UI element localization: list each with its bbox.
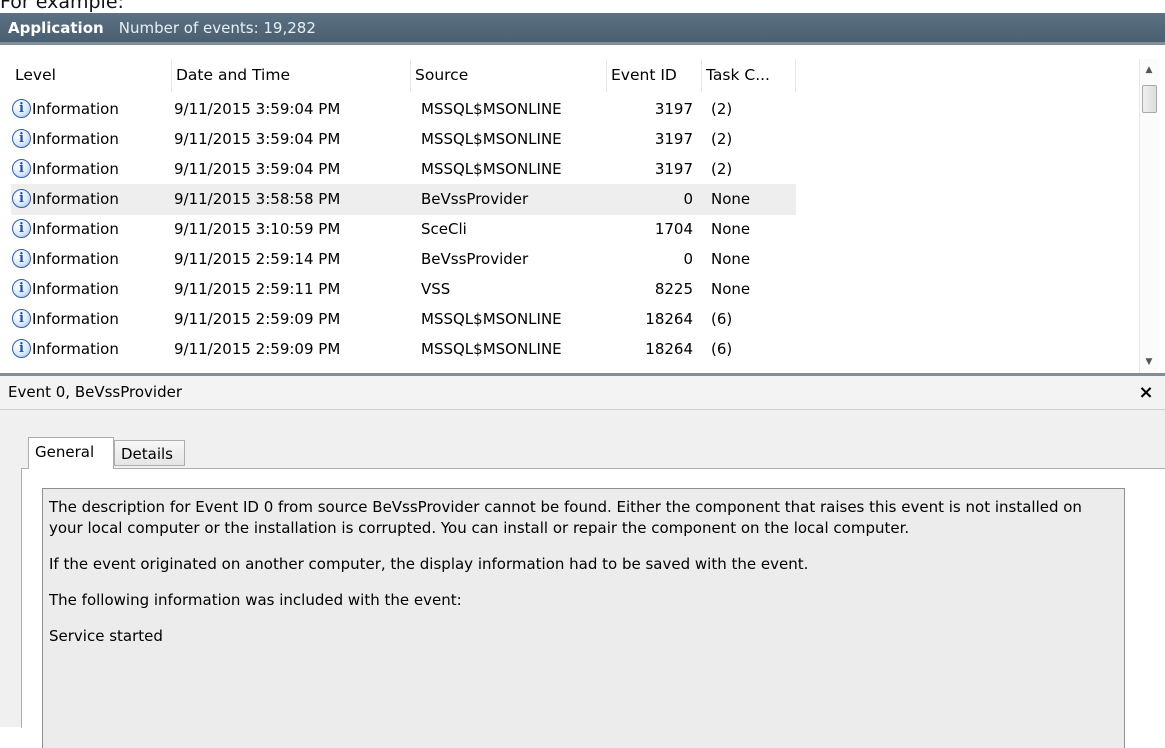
cell-event-id: 3197: [654, 130, 693, 148]
column-header-task-category[interactable]: Task C...: [702, 59, 796, 92]
cell-event-id: 3197: [654, 100, 693, 118]
cell-event-id: 3197: [654, 160, 693, 178]
cell-level: Information: [32, 130, 119, 148]
table-row[interactable]: i Information 9/11/2015 3:59:04 PM MSSQL$MS…: [11, 154, 796, 185]
events-grid: Level Date and Time Source Event ID Task…: [11, 59, 1137, 373]
cell-source: MSSQL$MSONLINE: [421, 310, 562, 328]
cell-level: Information: [32, 160, 119, 178]
table-row[interactable]: i Information 9/11/2015 2:59:14 PM BeVssPro…: [11, 244, 796, 275]
table-row[interactable]: i Information 9/11/2015 3:59:04 PM MSSQL$MS…: [11, 94, 796, 125]
cell-source: MSSQL$MSONLINE: [421, 340, 562, 358]
cell-task: (2): [711, 130, 733, 148]
tab-details[interactable]: Details: [114, 440, 185, 466]
table-row[interactable]: i Information 9/11/2015 2:59:09 PM MSSQL$MS…: [11, 304, 796, 335]
cell-event-id: 18264: [645, 310, 693, 328]
cell-source: MSSQL$MSONLINE: [421, 100, 562, 118]
cell-level: Information: [32, 310, 119, 328]
events-grid-frame: Level Date and Time Source Event ID Task…: [0, 42, 1165, 416]
scroll-up-arrow-icon[interactable]: ▲: [1140, 61, 1158, 79]
cell-task: None: [711, 280, 751, 298]
log-title-bar: Application Number of events: 19,282: [0, 13, 1165, 42]
event-detail-body: General Details The description for Even…: [0, 410, 1165, 748]
cell-task: (6): [711, 310, 733, 328]
cell-datetime: 9/11/2015 2:59:14 PM: [174, 250, 341, 268]
cell-source: BeVssProvider: [421, 190, 529, 208]
cell-task: (2): [711, 160, 733, 178]
cell-source: BeVssProvider: [421, 250, 529, 268]
event-detail-header: Event 0, BeVssProvider ×: [0, 376, 1165, 410]
cell-level: Information: [32, 100, 119, 118]
cell-task: None: [711, 220, 751, 238]
cell-level: Information: [32, 340, 119, 358]
cell-task: (2): [711, 100, 733, 118]
information-icon: i: [12, 99, 31, 118]
column-header-source[interactable]: Source: [411, 59, 607, 92]
scroll-down-arrow-icon[interactable]: ▼: [1140, 353, 1158, 371]
cell-source: SceCli: [421, 220, 467, 238]
table-row[interactable]: i Information 9/11/2015 3:59:04 PM MSSQL$MS…: [11, 124, 796, 155]
cell-datetime: 9/11/2015 2:59:09 PM: [174, 340, 341, 358]
information-icon: i: [12, 309, 31, 328]
cell-task: None: [711, 250, 751, 268]
scroll-thumb[interactable]: [1142, 85, 1157, 113]
caption-text: For example:: [0, 0, 124, 13]
cell-event-id: 0: [683, 250, 693, 268]
information-icon: i: [12, 249, 31, 268]
cell-source: MSSQL$MSONLINE: [421, 160, 562, 178]
cell-task: (6): [711, 340, 733, 358]
cell-datetime: 9/11/2015 3:59:04 PM: [174, 130, 341, 148]
table-row[interactable]: i Information 9/11/2015 3:10:59 PM SceCli 17…: [11, 214, 796, 245]
description-paragraph: Service started: [49, 627, 163, 645]
description-paragraph: If the event originated on another compu…: [49, 555, 809, 573]
event-count: Number of events: 19,282: [118, 19, 316, 37]
cell-datetime: 9/11/2015 3:58:58 PM: [174, 190, 341, 208]
cell-event-id: 18264: [645, 340, 693, 358]
column-header-date-time[interactable]: Date and Time: [172, 59, 411, 92]
table-row[interactable]: i Information 9/11/2015 2:59:09 PM MSSQL$MS…: [11, 334, 796, 365]
cell-datetime: 9/11/2015 3:59:04 PM: [174, 160, 341, 178]
information-icon: i: [12, 129, 31, 148]
description-paragraph: The following information was included w…: [49, 591, 462, 609]
cell-level: Information: [32, 220, 119, 238]
cell-source: MSSQL$MSONLINE: [421, 130, 562, 148]
information-icon: i: [12, 219, 31, 238]
cell-task: None: [711, 190, 751, 208]
column-header-level[interactable]: Level: [11, 59, 172, 92]
cell-source: VSS: [421, 280, 451, 298]
general-tab-panel: The description for Event ID 0 from sour…: [21, 468, 1165, 748]
cell-level: Information: [32, 190, 119, 208]
cell-event-id: 1704: [654, 220, 693, 238]
information-icon: i: [12, 339, 31, 358]
cell-level: Information: [32, 280, 119, 298]
log-name: Application: [8, 19, 104, 37]
column-header-event-id[interactable]: Event ID: [607, 59, 702, 92]
cell-datetime: 9/11/2015 2:59:09 PM: [174, 310, 341, 328]
grid-vertical-scrollbar[interactable]: ▲ ▼: [1139, 59, 1158, 373]
table-row[interactable]: i Information 9/11/2015 2:59:11 PM VSS 8225 N…: [11, 274, 796, 305]
event-description[interactable]: The description for Event ID 0 from sour…: [42, 488, 1125, 748]
tab-general[interactable]: General: [28, 437, 114, 469]
information-icon: i: [12, 159, 31, 178]
cell-event-id: 8225: [654, 280, 693, 298]
cell-event-id: 0: [683, 190, 693, 208]
table-row[interactable]: i Information 9/11/2015 3:58:58 PM BeVssPro…: [11, 184, 796, 215]
information-icon: i: [12, 279, 31, 298]
cell-datetime: 9/11/2015 3:10:59 PM: [174, 220, 341, 238]
close-icon[interactable]: ×: [1134, 376, 1158, 409]
grid-header: Level Date and Time Source Event ID Task…: [11, 59, 1137, 92]
cell-datetime: 9/11/2015 2:59:11 PM: [174, 280, 341, 298]
description-paragraph: The description for Event ID 0 from sour…: [49, 498, 1082, 537]
event-detail-title: Event 0, BeVssProvider: [8, 383, 182, 401]
cell-datetime: 9/11/2015 3:59:04 PM: [174, 100, 341, 118]
information-icon: i: [12, 189, 31, 208]
cell-level: Information: [32, 250, 119, 268]
